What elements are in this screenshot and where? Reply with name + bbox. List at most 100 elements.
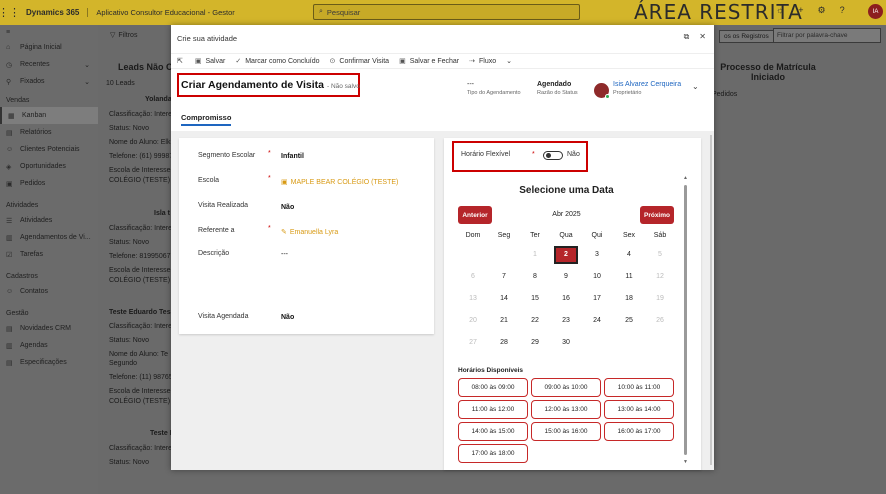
card-line: Classificação: Intere bbox=[109, 323, 173, 330]
calendar-day[interactable]: 25 bbox=[617, 312, 641, 330]
flexible-time-toggle[interactable] bbox=[543, 151, 563, 160]
card-line: Status: Novo bbox=[109, 337, 150, 344]
school-label: Escola bbox=[198, 177, 220, 184]
description-value[interactable]: --- bbox=[281, 251, 288, 258]
calendar-day[interactable]: 11 bbox=[617, 268, 641, 286]
popout-icon[interactable]: ⇱ bbox=[177, 57, 183, 65]
time-slot-button[interactable]: 08:00 às 09:00 bbox=[458, 378, 528, 397]
calendar-day[interactable]: 18 bbox=[617, 290, 641, 308]
time-slot-button[interactable]: 16:00 às 17:00 bbox=[604, 422, 674, 441]
calendar-day[interactable]: 16 bbox=[554, 290, 578, 308]
calendar-day[interactable]: 29 bbox=[523, 334, 547, 352]
nav-contatos[interactable]: ☺ Contatos bbox=[0, 283, 98, 300]
save-and-close-button[interactable]: ▣ Salvar e Fechar bbox=[399, 57, 459, 66]
nav-relatorios[interactable]: ▤ Relatórios bbox=[0, 124, 98, 141]
header-expand-chevron-icon[interactable]: ⌄ bbox=[692, 82, 699, 91]
calendar-day[interactable]: 28 bbox=[492, 334, 516, 352]
nav-atividades[interactable]: ☰ Atividades bbox=[0, 212, 98, 229]
user-avatar[interactable]: IA bbox=[868, 4, 883, 19]
time-slot-button[interactable]: 17:00 às 18:00 bbox=[458, 444, 528, 463]
keyword-filter-input[interactable]: Filtrar por palavra-chave bbox=[773, 28, 881, 43]
calendar-day[interactable]: 7 bbox=[492, 268, 516, 286]
referring-lookup[interactable]: ✎ Emanuella Lyra bbox=[281, 228, 338, 236]
nav-oportunidades[interactable]: ◈ Oportunidades bbox=[0, 158, 98, 175]
nav-kanban[interactable]: ▦ Kanban bbox=[0, 107, 98, 124]
more-chevron-icon[interactable]: ⌄ bbox=[506, 57, 512, 65]
time-slot-button[interactable]: 13:00 às 14:00 bbox=[604, 400, 674, 419]
scroll-up-icon[interactable]: ▲ bbox=[683, 175, 688, 181]
hamburger-icon[interactable]: ≡ bbox=[0, 25, 98, 39]
card-title[interactable]: Teste I bbox=[150, 430, 172, 438]
plus-icon[interactable]: + bbox=[798, 5, 803, 16]
time-slot-button[interactable]: 15:00 às 16:00 bbox=[531, 422, 601, 441]
calendar-day[interactable]: 30 bbox=[554, 334, 578, 352]
app-launcher-icon[interactable]: ⋮⋮ bbox=[0, 0, 20, 25]
calendar-day[interactable]: 14 bbox=[492, 290, 516, 308]
panel-scrollbar[interactable]: ▲ ▼ bbox=[683, 135, 688, 465]
time-slot-button[interactable]: 12:00 às 13:00 bbox=[531, 400, 601, 419]
card-line: Telefone: 81995067 bbox=[109, 253, 171, 260]
time-slot-button[interactable]: 14:00 às 15:00 bbox=[458, 422, 528, 441]
calendar-day[interactable]: 21 bbox=[492, 312, 516, 330]
tab-compromisso[interactable]: Compromisso bbox=[181, 113, 231, 122]
owner-avatar[interactable] bbox=[594, 83, 610, 99]
owner-link[interactable]: Isis Alvarez Cerqueira bbox=[613, 81, 681, 88]
gear-icon[interactable]: ⚙ bbox=[818, 5, 826, 16]
school-lookup[interactable]: ▣ MAPLE BEAR COLÉGIO (TESTE) bbox=[281, 178, 398, 186]
all-records-button[interactable]: os os Registros bbox=[719, 30, 774, 43]
brand-name[interactable]: Dynamics 365 bbox=[26, 8, 79, 17]
visit-scheduled-value[interactable]: Não bbox=[281, 314, 294, 321]
nav-novidades[interactable]: ▤ Novidades CRM bbox=[0, 320, 98, 337]
form-section-main: Segmento Escolar * Infantil Escola * ▣ MA… bbox=[179, 138, 434, 334]
app-name[interactable]: Aplicativo Consultor Educacional - Gesto… bbox=[87, 8, 235, 17]
nav-agendas[interactable]: ▥ Agendas bbox=[0, 337, 98, 354]
card-line: COLÉGIO (TESTE) bbox=[109, 277, 171, 284]
nav-agendamentos[interactable]: ▥ Agendamentos de Vi... bbox=[0, 229, 98, 246]
calendar-day[interactable]: 10 bbox=[585, 268, 609, 286]
next-month-button[interactable]: Próximo bbox=[640, 206, 674, 224]
scroll-thumb[interactable] bbox=[684, 185, 687, 455]
open-in-new-window-icon[interactable]: ⧉ bbox=[684, 32, 690, 42]
nav-pedidos[interactable]: ▣ Pedidos bbox=[0, 175, 98, 192]
close-icon[interactable]: ✕ bbox=[699, 32, 706, 42]
calendar-day[interactable]: 24 bbox=[585, 312, 609, 330]
time-slot-button[interactable]: 09:00 às 10:00 bbox=[531, 378, 601, 397]
save-button[interactable]: ▣ Salvar bbox=[195, 57, 225, 66]
calendar-day[interactable]: 9 bbox=[554, 268, 578, 286]
lightbulb-icon[interactable]: ☼ bbox=[776, 5, 784, 16]
nav-home[interactable]: ⌂ Página Inicial bbox=[0, 39, 98, 56]
required-mark: * bbox=[268, 175, 271, 182]
calendar-day[interactable]: 22 bbox=[523, 312, 547, 330]
visit-done-value[interactable]: Não bbox=[281, 204, 294, 211]
filters-button[interactable]: ▽ Filtros bbox=[110, 31, 137, 40]
calendar-title: Selecione uma Data bbox=[519, 185, 614, 196]
calendar-day-selected[interactable]: 2 bbox=[554, 246, 578, 264]
nav-clientes[interactable]: ☺ Clientes Potenciais bbox=[0, 141, 98, 158]
help-icon[interactable]: ? bbox=[840, 5, 845, 16]
mark-complete-button[interactable]: ✓ Marcar como Concluído bbox=[235, 57, 319, 66]
calendar-day[interactable]: 23 bbox=[554, 312, 578, 330]
calendar-day[interactable]: 3 bbox=[585, 246, 609, 264]
time-slot-button[interactable]: 10:00 às 11:00 bbox=[604, 378, 674, 397]
calendar-icon: ▥ bbox=[6, 234, 13, 242]
segment-value[interactable]: Infantil bbox=[281, 153, 304, 160]
confirm-visit-button[interactable]: ⊙ Confirmar Visita bbox=[330, 57, 390, 66]
calendar-day[interactable]: 8 bbox=[523, 268, 547, 286]
card-title[interactable]: Teste Eduardo Tes bbox=[109, 309, 171, 317]
calendar-day[interactable]: 4 bbox=[617, 246, 641, 264]
nav-recent[interactable]: ◷ Recentes ⌄ bbox=[0, 56, 98, 73]
card-title[interactable]: Yolanda bbox=[145, 96, 172, 104]
flow-button[interactable]: ⇢ Fluxo bbox=[469, 57, 496, 66]
card-line: Classificação: Intere bbox=[109, 445, 173, 452]
nav-pinned[interactable]: ⚲ Fixados ⌄ bbox=[0, 73, 98, 90]
card-title[interactable]: Isla t bbox=[154, 210, 170, 218]
nav-especificacoes[interactable]: ▤ Especificações bbox=[0, 354, 98, 371]
form-scrollbar[interactable] bbox=[710, 135, 712, 465]
time-slot-button[interactable]: 11:00 às 12:00 bbox=[458, 400, 528, 419]
global-search-input[interactable]: ⌕ Pesquisar bbox=[313, 4, 580, 20]
nav-tarefas[interactable]: ☑ Tarefas bbox=[0, 246, 98, 263]
calendar-day[interactable]: 17 bbox=[585, 290, 609, 308]
scroll-down-icon[interactable]: ▼ bbox=[683, 459, 688, 465]
calendar-day[interactable]: 15 bbox=[523, 290, 547, 308]
spec-icon: ▤ bbox=[6, 359, 13, 367]
